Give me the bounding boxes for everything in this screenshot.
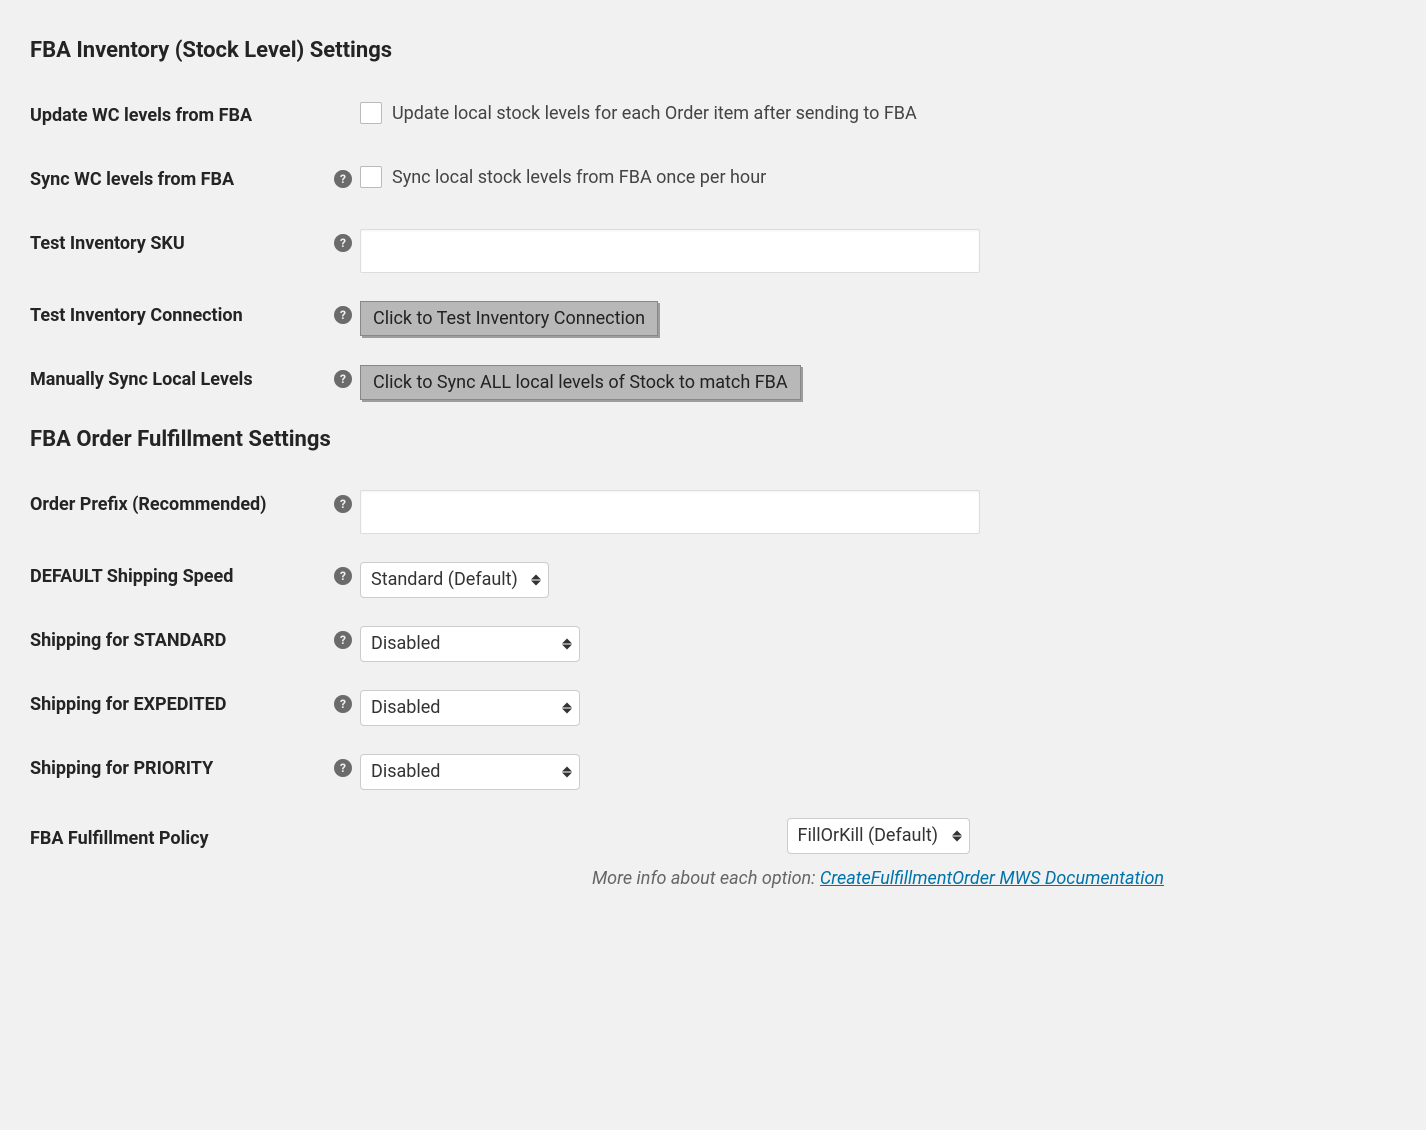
default-speed-row: DEFAULT Shipping Speed ? Standard (Defau…	[30, 558, 1396, 598]
policy-label-text: FBA Fulfillment Policy	[30, 826, 209, 851]
help-icon[interactable]: ?	[334, 370, 352, 388]
policy-select-wrap: FillOrKill (Default)	[787, 818, 970, 854]
order-prefix-label: Order Prefix (Recommended) ?	[30, 486, 360, 517]
test-conn-row: Test Inventory Connection ? Click to Tes…	[30, 297, 1396, 337]
sync-wc-row: Sync WC levels from FBA ? Sync local sto…	[30, 161, 1396, 201]
update-wc-checkbox[interactable]	[360, 102, 382, 124]
shipping-expedited-label: Shipping for EXPEDITED ?	[30, 686, 360, 717]
update-wc-control: Update local stock levels for each Order…	[360, 97, 1396, 126]
policy-helper-prefix: More info about each option:	[592, 868, 820, 889]
help-icon[interactable]: ?	[334, 306, 352, 324]
help-icon[interactable]: ?	[334, 234, 352, 252]
test-sku-input[interactable]	[360, 229, 980, 273]
test-sku-label: Test Inventory SKU ?	[30, 225, 360, 256]
shipping-priority-control: Disabled	[360, 750, 1396, 790]
test-sku-label-text: Test Inventory SKU	[30, 231, 185, 256]
test-sku-control	[360, 225, 1396, 273]
shipping-expedited-control: Disabled	[360, 686, 1396, 726]
update-wc-desc: Update local stock levels for each Order…	[392, 101, 917, 126]
policy-doc-link[interactable]: CreateFulfillmentOrder MWS Documentation	[820, 868, 1164, 889]
shipping-standard-row: Shipping for STANDARD ? Disabled	[30, 622, 1396, 662]
inventory-section-heading: FBA Inventory (Stock Level) Settings	[30, 36, 1396, 67]
order-prefix-input[interactable]	[360, 490, 980, 534]
shipping-priority-label: Shipping for PRIORITY ?	[30, 750, 360, 781]
default-speed-label: DEFAULT Shipping Speed ?	[30, 558, 360, 589]
shipping-standard-label: Shipping for STANDARD ?	[30, 622, 360, 653]
update-wc-label-text: Update WC levels from FBA	[30, 103, 252, 128]
order-prefix-control	[360, 486, 1396, 534]
sync-wc-label-text: Sync WC levels from FBA	[30, 167, 234, 192]
update-wc-label: Update WC levels from FBA	[30, 97, 360, 128]
fulfillment-section-heading: FBA Order Fulfillment Settings	[30, 425, 1396, 456]
order-prefix-label-text: Order Prefix (Recommended)	[30, 492, 267, 517]
test-conn-label-text: Test Inventory Connection	[30, 303, 243, 328]
help-icon[interactable]: ?	[334, 695, 352, 713]
default-speed-select[interactable]: Standard (Default)	[360, 562, 549, 598]
manual-sync-button[interactable]: Click to Sync ALL local levels of Stock …	[360, 365, 801, 400]
policy-helper-text: More info about each option: CreateFulfi…	[592, 866, 1164, 891]
sync-wc-checkbox[interactable]	[360, 166, 382, 188]
manual-sync-control: Click to Sync ALL local levels of Stock …	[360, 361, 1396, 400]
policy-row: FBA Fulfillment Policy FillOrKill (Defau…	[30, 814, 1396, 891]
test-conn-label: Test Inventory Connection ?	[30, 297, 360, 328]
shipping-standard-control: Disabled	[360, 622, 1396, 662]
sync-wc-control: Sync local stock levels from FBA once pe…	[360, 161, 1396, 190]
sync-wc-label: Sync WC levels from FBA ?	[30, 161, 360, 192]
policy-control: FillOrKill (Default) More info about eac…	[360, 814, 1396, 891]
shipping-priority-select-wrap: Disabled	[360, 754, 580, 790]
sync-wc-desc: Sync local stock levels from FBA once pe…	[392, 165, 766, 190]
default-speed-label-text: DEFAULT Shipping Speed	[30, 564, 233, 589]
manual-sync-label: Manually Sync Local Levels ?	[30, 361, 360, 392]
shipping-expedited-select-wrap: Disabled	[360, 690, 580, 726]
update-wc-row: Update WC levels from FBA Update local s…	[30, 97, 1396, 137]
order-prefix-row: Order Prefix (Recommended) ?	[30, 486, 1396, 534]
manual-sync-row: Manually Sync Local Levels ? Click to Sy…	[30, 361, 1396, 401]
shipping-standard-select-wrap: Disabled	[360, 626, 580, 662]
default-speed-select-wrap: Standard (Default)	[360, 562, 549, 598]
shipping-priority-select[interactable]: Disabled	[360, 754, 580, 790]
shipping-expedited-select[interactable]: Disabled	[360, 690, 580, 726]
default-speed-control: Standard (Default)	[360, 558, 1396, 598]
manual-sync-label-text: Manually Sync Local Levels	[30, 367, 253, 392]
shipping-priority-row: Shipping for PRIORITY ? Disabled	[30, 750, 1396, 790]
shipping-standard-label-text: Shipping for STANDARD	[30, 628, 226, 653]
test-conn-control: Click to Test Inventory Connection	[360, 297, 1396, 336]
help-icon[interactable]: ?	[334, 170, 352, 188]
test-connection-button[interactable]: Click to Test Inventory Connection	[360, 301, 658, 336]
test-sku-row: Test Inventory SKU ?	[30, 225, 1396, 273]
help-icon[interactable]: ?	[334, 567, 352, 585]
policy-label: FBA Fulfillment Policy	[30, 814, 360, 851]
shipping-standard-select[interactable]: Disabled	[360, 626, 580, 662]
help-icon[interactable]: ?	[334, 631, 352, 649]
help-icon[interactable]: ?	[334, 759, 352, 777]
shipping-expedited-row: Shipping for EXPEDITED ? Disabled	[30, 686, 1396, 726]
shipping-priority-label-text: Shipping for PRIORITY	[30, 756, 213, 781]
policy-select[interactable]: FillOrKill (Default)	[787, 818, 970, 854]
help-icon[interactable]: ?	[334, 495, 352, 513]
shipping-expedited-label-text: Shipping for EXPEDITED	[30, 692, 226, 717]
